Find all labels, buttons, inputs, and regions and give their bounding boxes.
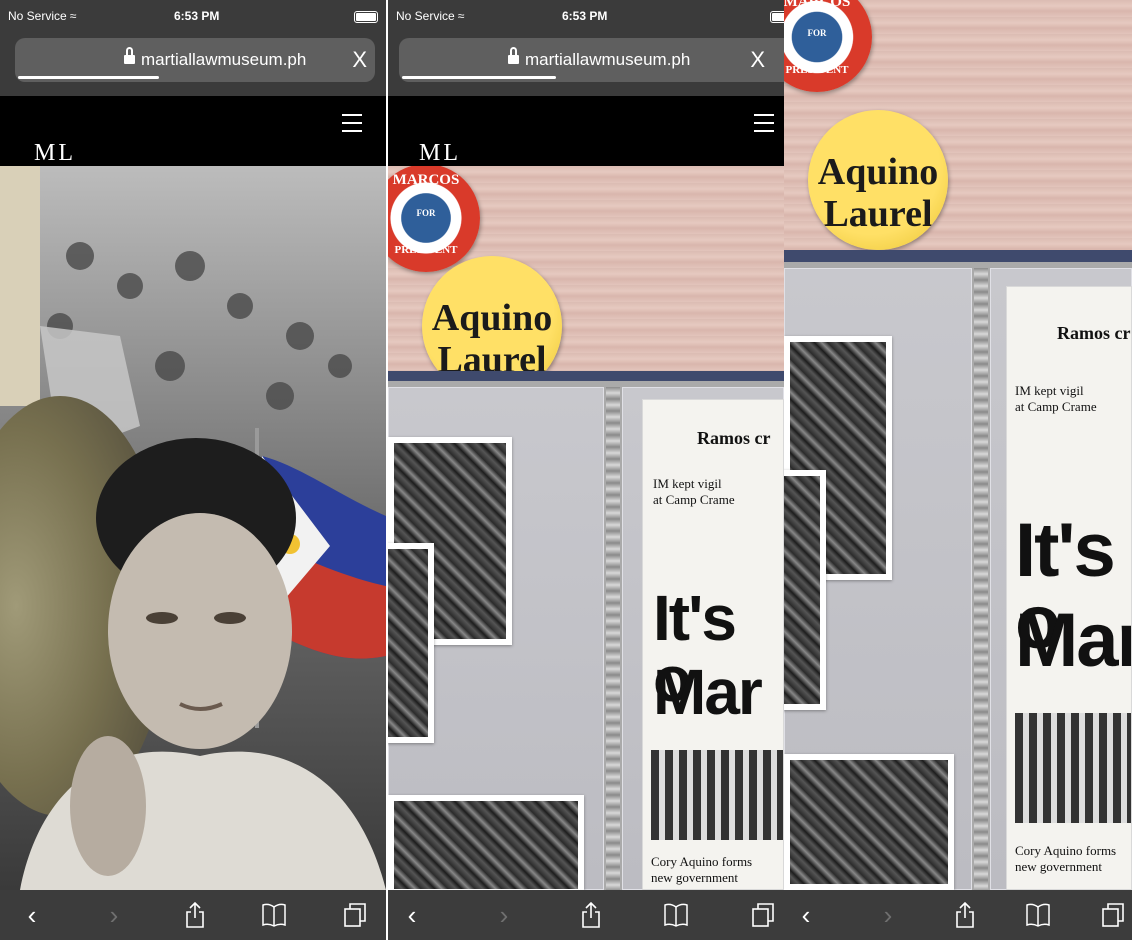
site-header: ML <box>388 96 784 166</box>
browser-toolbar: ‹ › <box>388 890 784 940</box>
forward-chevron-icon[interactable]: › <box>880 902 896 928</box>
aquino-laurel-campaign-button: Aquino Laurel <box>808 110 948 250</box>
carrier-label: No Service <box>396 9 455 23</box>
share-icon[interactable] <box>184 901 206 928</box>
hamburger-menu-icon[interactable] <box>342 114 362 132</box>
url-text: martiallawmuseum.ph <box>141 50 307 69</box>
soldier-photo <box>388 543 434 743</box>
back-chevron-icon[interactable]: ‹ <box>404 902 420 928</box>
tabs-icon[interactable] <box>1102 902 1124 928</box>
status-bar: No Service ≈ 6:53 PM <box>388 0 784 34</box>
address-bar[interactable]: martiallawmuseum.ph X <box>15 38 375 82</box>
newspaper-clipping: Ramos cr IM kept vigil at Camp Crame It'… <box>642 399 784 890</box>
forward-chevron-icon[interactable]: › <box>106 902 122 928</box>
stop-loading-button[interactable]: X <box>352 47 367 73</box>
site-logo[interactable]: ML <box>34 140 76 167</box>
bookmarks-icon[interactable] <box>664 902 688 928</box>
phone-screenshot-1: No Service ≈ 6:53 PM martiallawmuseum.ph … <box>0 0 386 940</box>
bookmarks-icon[interactable] <box>262 902 286 928</box>
hero-collage-marcos <box>0 166 386 890</box>
site-header: ML <box>0 96 386 166</box>
bookmarks-icon[interactable] <box>1026 902 1050 928</box>
photo-album: Ramos cr IM kept vigil at Camp Crame It'… <box>784 250 1132 890</box>
carrier-label: No Service <box>8 9 67 23</box>
wifi-icon: ≈ <box>457 9 465 23</box>
load-progress-bar <box>402 76 556 79</box>
photo-album: Ramos cr IM kept vigil at Camp Crame It'… <box>388 371 784 890</box>
status-time: 6:53 PM <box>174 9 220 23</box>
load-progress-bar <box>18 76 159 79</box>
lock-icon <box>124 47 135 65</box>
lock-icon <box>508 47 519 65</box>
back-chevron-icon[interactable]: ‹ <box>24 902 40 928</box>
site-logo[interactable]: ML <box>419 140 461 167</box>
tabs-icon[interactable] <box>752 902 774 928</box>
stop-loading-button[interactable]: X <box>750 47 765 73</box>
soldier-photo <box>784 470 826 710</box>
hero-image <box>0 166 386 890</box>
phone-screenshot-2: No Service ≈ 6:53 PM martiallawmuseum.ph … <box>388 0 784 940</box>
battery-icon <box>354 11 378 23</box>
newspaper-clipping: Ramos cr IM kept vigil at Camp Crame It'… <box>1006 286 1132 890</box>
address-bar[interactable]: martiallawmuseum.ph X <box>399 38 784 82</box>
battery-icon <box>770 11 784 23</box>
phone-screenshot-3: MARCOS FOR PRESIDENT Aquino Laurel Ramos… <box>784 0 1132 940</box>
hero-image: MARCOS FOR PRESIDENT Aquino Laurel Ramos… <box>388 166 784 890</box>
wifi-icon: ≈ <box>69 9 77 23</box>
status-time: 6:53 PM <box>562 9 608 23</box>
hamburger-menu-icon[interactable] <box>754 114 774 132</box>
share-icon[interactable] <box>954 901 976 928</box>
hero-image: MARCOS FOR PRESIDENT Aquino Laurel Ramos… <box>784 0 1132 890</box>
crowd-photo-bottom <box>784 754 954 890</box>
crowd-photo-bottom <box>388 795 584 890</box>
tabs-icon[interactable] <box>344 902 366 928</box>
forward-chevron-icon[interactable]: › <box>496 902 512 928</box>
browser-toolbar: ‹ › <box>0 890 386 940</box>
browser-toolbar: ‹ › <box>784 890 1132 940</box>
url-text: martiallawmuseum.ph <box>525 50 691 69</box>
share-icon[interactable] <box>580 901 602 928</box>
back-chevron-icon[interactable]: ‹ <box>798 902 814 928</box>
status-bar: No Service ≈ 6:53 PM <box>0 0 386 34</box>
